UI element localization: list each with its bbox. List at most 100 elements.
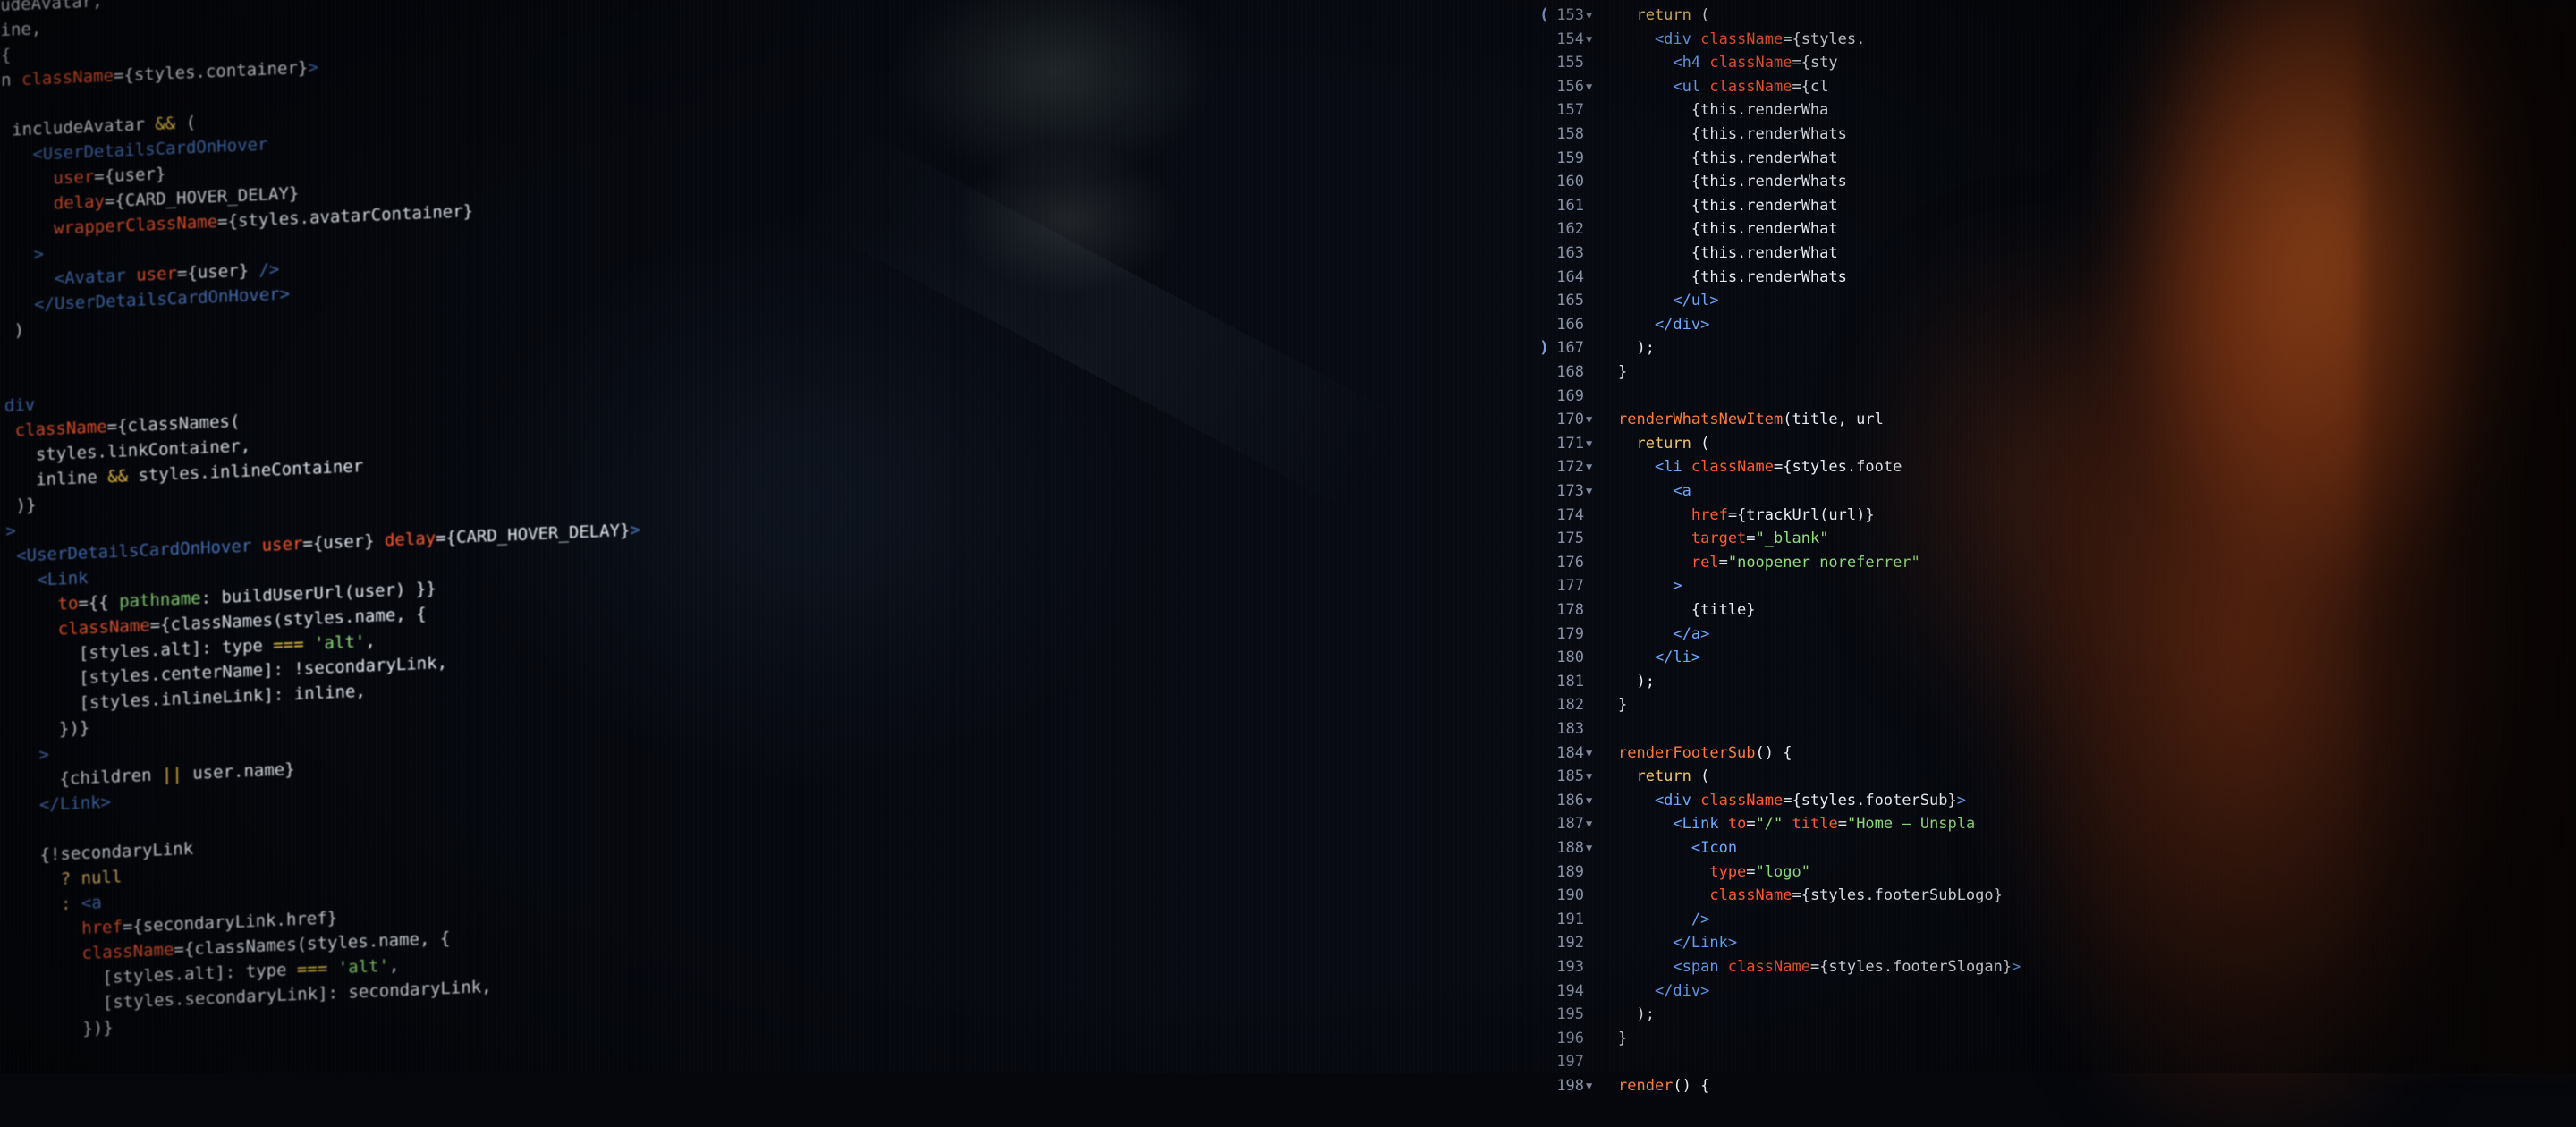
fold-toggle-icon[interactable]: ▼ [1586, 741, 1598, 765]
code-token: {!secondaryLink [9, 839, 193, 867]
code-token: <ul [1618, 78, 1709, 96]
code-token: > [3, 244, 44, 266]
code-token: inline [5, 467, 108, 491]
line-number: 174 [1530, 504, 1584, 527]
code-token: <li [1618, 458, 1691, 476]
code-token: return [1618, 435, 1700, 453]
code-text: {title} [1618, 598, 1756, 622]
code-token: ); [1618, 1005, 1655, 1023]
line-number: 160 [1530, 170, 1584, 193]
code-token: <Avatar [3, 266, 136, 291]
code-token: to [1728, 815, 1746, 833]
code-token: ); [1618, 339, 1655, 357]
code-token: type [1618, 863, 1746, 881]
code-token: )} [5, 495, 37, 515]
code-token: target [1618, 530, 1746, 547]
code-token: ={CARD_HOVER_DELAY} [436, 521, 631, 548]
fold-toggle-icon[interactable]: ▼ [1586, 765, 1598, 788]
code-token: return [1618, 6, 1700, 24]
code-token: , [389, 955, 400, 975]
code-token: <div [1618, 30, 1700, 48]
code-token: user [262, 534, 303, 555]
code-token: })} [8, 718, 90, 741]
fold-toggle-icon[interactable]: ▼ [1586, 432, 1598, 455]
code-token: <span [1618, 958, 1728, 976]
line-number: 183 [1530, 717, 1584, 741]
code-token: delay [2, 191, 105, 216]
code-token: ={user} [94, 164, 165, 186]
code-token: && [107, 466, 128, 487]
left-code-line: { [1, 42, 12, 67]
code-token: } [1618, 696, 1627, 714]
line-number: 154 [1530, 28, 1584, 51]
code-token: ={user} [302, 530, 385, 554]
code-token: ); [1618, 673, 1655, 691]
code-token: , [365, 631, 376, 650]
code-text: > [1618, 574, 1682, 597]
fold-toggle-icon[interactable]: ▼ [1586, 789, 1598, 812]
left-code-line: ? null [9, 864, 122, 894]
code-text: </a> [1618, 623, 1709, 646]
fold-toggle-icon[interactable]: ▼ [1586, 1074, 1598, 1097]
line-number: 181 [1530, 670, 1584, 693]
line-number: 165 [1530, 289, 1584, 312]
fold-toggle-icon[interactable]: ▼ [1586, 4, 1598, 27]
fold-toggle-icon[interactable]: ▼ [1586, 836, 1598, 860]
fold-toggle-icon[interactable]: ▼ [1586, 479, 1598, 503]
line-number: 166 [1530, 313, 1584, 336]
code-token: && [155, 114, 175, 134]
line-number: 163 [1530, 242, 1584, 265]
code-token: user [2, 167, 94, 191]
fold-toggle-icon[interactable]: ▼ [1586, 75, 1598, 98]
code-text: <Icon [1618, 836, 1737, 860]
code-token: delay [385, 529, 436, 550]
line-number: 173 [1530, 479, 1584, 503]
left-code-line: : <a [10, 890, 102, 919]
code-token: </li> [1618, 648, 1700, 666]
line-number: 185 [1530, 765, 1584, 788]
code-token: rel [1618, 554, 1719, 572]
code-text: <a [1618, 479, 1691, 503]
code-token: ={user} [177, 260, 259, 284]
fold-toggle-icon[interactable]: ▼ [1586, 408, 1598, 431]
code-token: || [162, 765, 182, 785]
code-text: </Link> [1618, 931, 1737, 954]
code-token: href [1618, 506, 1728, 524]
line-number: 172 [1530, 455, 1584, 479]
line-number: 176 [1530, 551, 1584, 574]
code-token: ( [175, 113, 196, 133]
fold-toggle-icon[interactable]: ▼ [1586, 455, 1598, 479]
code-token: className [4, 417, 107, 441]
code-token: { [1, 45, 12, 64]
fold-toggle-icon[interactable]: ▼ [1586, 812, 1598, 835]
code-text: render() { [1618, 1074, 1709, 1097]
code-token: === [273, 634, 304, 655]
code-token: ={{ [78, 591, 119, 613]
left-code-line: > [8, 742, 49, 769]
code-token: udeAvatar, [0, 0, 103, 15]
left-code-line: <Link [6, 565, 89, 594]
code-token: ={classNames( [107, 411, 241, 436]
fold-toggle-icon[interactable]: ▼ [1586, 28, 1598, 51]
line-number: 184 [1530, 741, 1584, 765]
line-number: 189 [1530, 860, 1584, 884]
code-token: n [1, 70, 21, 90]
code-token: ( [1700, 767, 1709, 785]
line-number: 182 [1530, 693, 1584, 716]
code-token: <a [81, 893, 102, 913]
code-token: () { [1673, 1077, 1709, 1095]
blurred-person-shadow [2361, 0, 2576, 1073]
code-token: href [10, 917, 123, 941]
line-number: 186 [1530, 789, 1584, 812]
code-token: </a> [1618, 625, 1709, 643]
code-token: pathname [119, 589, 201, 612]
line-number: 175 [1530, 527, 1584, 550]
code-token: </ul> [1618, 292, 1719, 309]
left-code-line: <UserDetailsCardOnHover user={user} dela… [6, 517, 641, 569]
code-token: </div> [1618, 982, 1709, 1000]
left-code-line: {children || user.name} [8, 757, 295, 793]
left-code-line: </Link> [8, 790, 111, 819]
code-text: </li> [1618, 646, 1700, 669]
code-token: renderFooterSub [1618, 744, 1756, 762]
code-token: render [1618, 1077, 1673, 1095]
